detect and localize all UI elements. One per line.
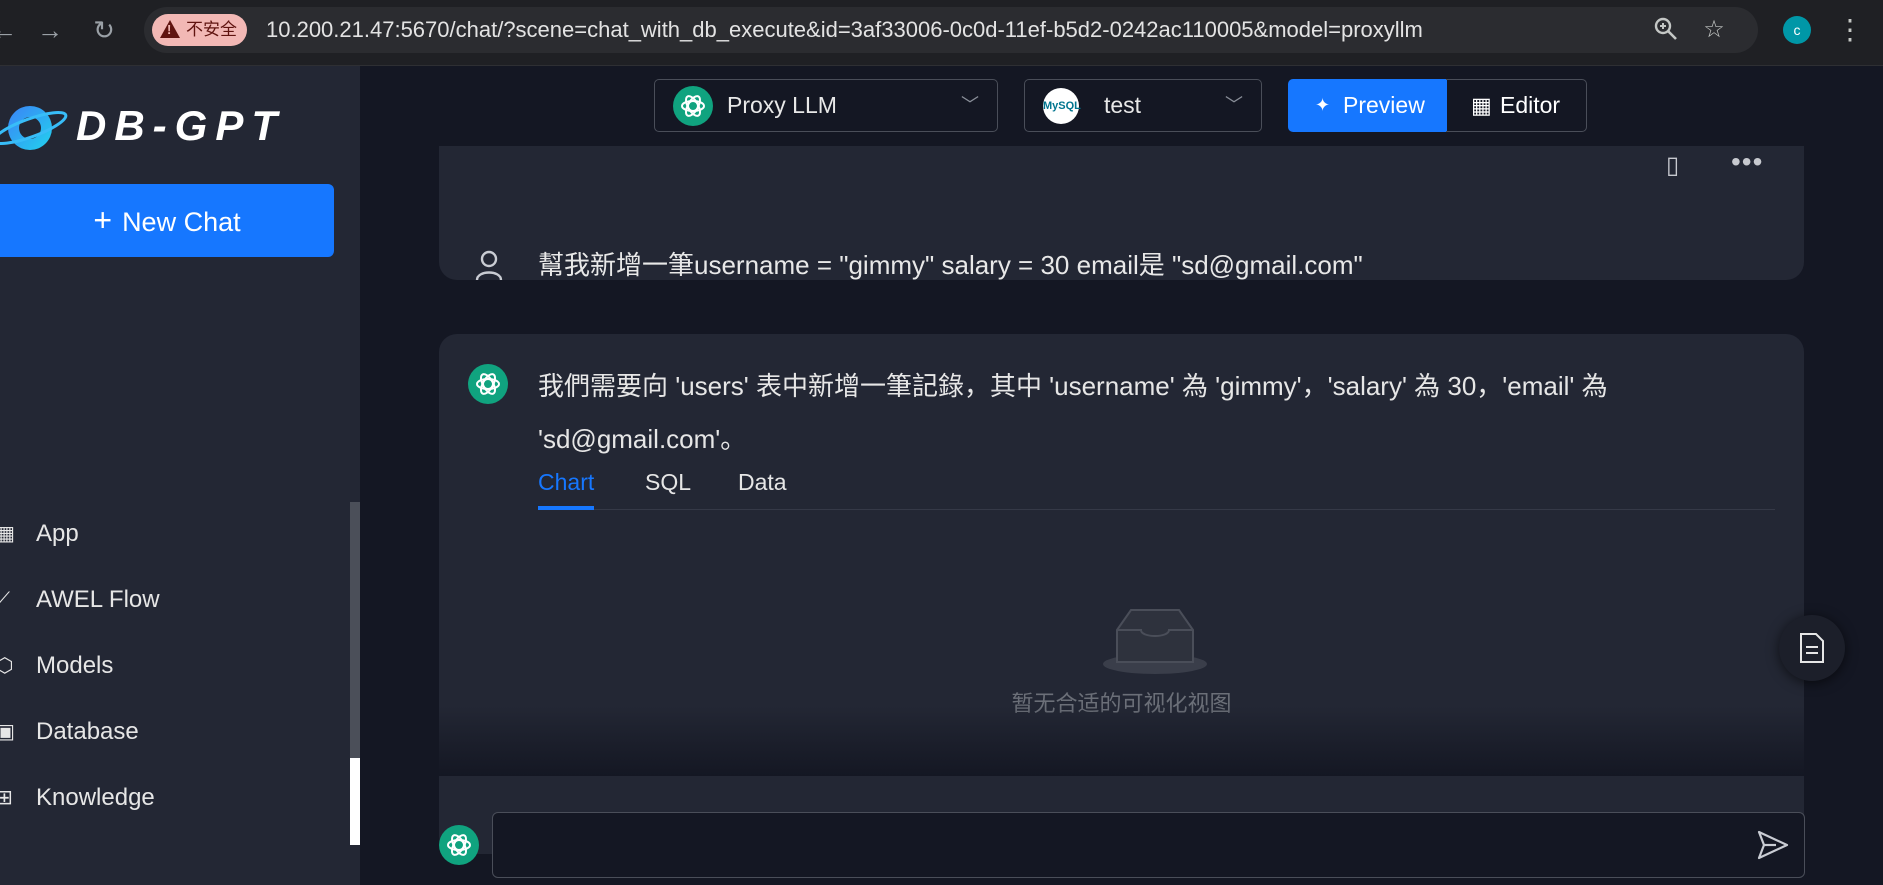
app-icon: ▦ (0, 523, 15, 545)
sparkle-icon: ✦ (1315, 95, 1331, 115)
more-icon[interactable]: ••• (1731, 146, 1763, 178)
chat-input[interactable] (492, 812, 1805, 878)
address-bar[interactable]: 不安全 10.200.21.47:5670/chat/?scene=chat_w… (144, 7, 1758, 53)
document-icon (1800, 633, 1824, 663)
url-text[interactable]: 10.200.21.47:5670/chat/?scene=chat_with_… (266, 7, 1423, 53)
user-icon (475, 250, 503, 281)
kebab-icon[interactable]: ⋮ (1836, 12, 1864, 48)
mysql-icon: MySQL (1043, 88, 1081, 124)
browser-toolbar: ← → ↻ 不安全 10.200.21.47:5670/chat/?scene=… (0, 0, 1883, 66)
tab-chart[interactable]: Chart (538, 462, 595, 510)
chat-topbar: Proxy LLM ﹀ MySQL test ﹀ ✦ Preview ▦ Edi… (360, 66, 1883, 146)
sidebar-item-app[interactable]: ▦ App (0, 514, 300, 554)
user-message-row: 幫我新增一筆username = "gimmy" salary = 30 ema… (439, 230, 1804, 310)
tab-sql[interactable]: SQL (645, 462, 691, 510)
star-icon[interactable]: ☆ (1700, 16, 1728, 44)
sidebar-item-knowledge[interactable]: ⊞ Knowledge (0, 778, 300, 818)
forward-icon[interactable]: → (32, 12, 68, 48)
grid-icon: ▦ (1471, 93, 1492, 118)
tab-data[interactable]: Data (738, 462, 787, 510)
zoom-icon[interactable] (1652, 16, 1680, 44)
send-icon[interactable] (1756, 828, 1790, 862)
scroll-fade (439, 706, 1804, 776)
empty-inbox-icon (1103, 609, 1207, 674)
logo: DB-GPT (0, 92, 330, 162)
chevron-down-icon: ﹀ (1225, 95, 1243, 115)
new-chat-button[interactable]: + New Chat (0, 184, 334, 257)
sidebar-item-models[interactable]: ⬡ Models (0, 646, 300, 686)
warning-icon (160, 20, 180, 38)
chevron-down-icon: ﹀ (961, 95, 979, 115)
openai-icon (673, 86, 713, 126)
sidebar: DB-GPT + New Chat ▦ App ⟋ AWEL Flow ⬡ Mod… (0, 66, 360, 885)
knowledge-icon: ⊞ (0, 787, 13, 809)
model-select-value: Proxy LLM (727, 92, 837, 118)
flow-icon: ⟋ (0, 589, 10, 611)
copy-icon[interactable]: ▯ (1666, 151, 1679, 180)
result-tabs: Chart SQL Data (538, 462, 1775, 510)
security-badge[interactable]: 不安全 (152, 14, 247, 46)
reload-icon[interactable]: ↻ (86, 12, 122, 48)
editor-toggle[interactable]: ▦ Editor (1446, 79, 1587, 132)
preview-toggle[interactable]: ✦ Preview (1288, 79, 1447, 132)
models-icon: ⬡ (0, 655, 14, 677)
database-select[interactable]: MySQL test ﹀ (1024, 79, 1262, 132)
logo-icon (0, 106, 68, 150)
logo-text: DB-GPT (76, 102, 285, 149)
openai-icon (468, 364, 508, 404)
model-select[interactable]: Proxy LLM ﹀ (654, 79, 998, 132)
floating-doc-button[interactable] (1779, 615, 1845, 681)
profile-avatar[interactable]: c (1783, 16, 1811, 44)
plus-icon: + (93, 202, 113, 238)
sidebar-item-awel-flow[interactable]: ⟋ AWEL Flow (0, 580, 300, 620)
sidebar-scrollbar-thumb[interactable] (350, 758, 360, 845)
ai-message-text: 我們需要向 'users' 表中新增一筆記錄，其中 'username' 為 '… (538, 371, 1608, 454)
ai-message-card: 我們需要向 'users' 表中新增一筆記錄，其中 'username' 為 '… (439, 334, 1804, 854)
back-icon[interactable]: ← (0, 12, 22, 48)
database-select-value: test (1104, 92, 1142, 118)
user-message-text: 幫我新增一筆username = "gimmy" salary = 30 ema… (538, 250, 1363, 280)
sidebar-item-database[interactable]: ▣ Database (0, 712, 300, 752)
openai-icon (439, 825, 479, 865)
database-icon: ▣ (0, 721, 15, 743)
